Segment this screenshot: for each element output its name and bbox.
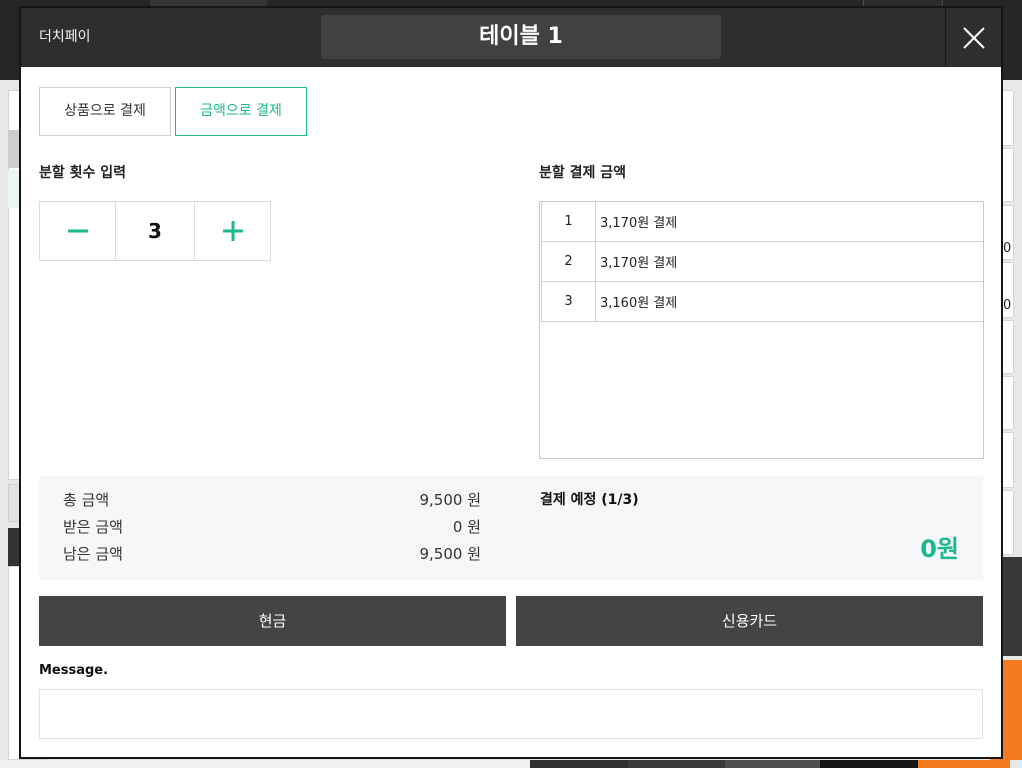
plus-icon	[222, 221, 243, 241]
table-title: 테이블 1	[321, 15, 721, 59]
background-top-tab	[150, 0, 267, 8]
background-top-box	[863, 0, 943, 8]
background-right-value: 0	[1003, 241, 1012, 256]
payment-summary: 총 금액 9,500 원 받은 금액 0 원 남은 금액 9,500 원 결제 …	[39, 476, 983, 580]
summary-received-label: 받은 금액	[63, 518, 123, 536]
split-row[interactable]: 2 3,170원 결제	[541, 242, 983, 282]
credit-card-button[interactable]: 신용카드	[516, 596, 983, 646]
summary-remaining-value: 9,500 원	[419, 545, 481, 563]
split-row-number: 2	[542, 242, 596, 281]
summary-amounts: 총 금액 9,500 원 받은 금액 0 원 남은 금액 9,500 원	[63, 492, 481, 573]
tab-pay-by-amount[interactable]: 금액으로 결제	[175, 87, 307, 136]
tab-pay-by-item[interactable]: 상품으로 결제	[39, 87, 171, 136]
summary-received-value: 0 원	[452, 518, 481, 536]
summary-remaining-row: 남은 금액 9,500 원	[63, 546, 481, 573]
close-button[interactable]	[946, 8, 1001, 67]
background-bottom-button	[628, 760, 725, 768]
background-bottom-strip	[0, 760, 530, 768]
split-row-amount: 3,170원 결제	[600, 216, 678, 231]
summary-received-row: 받은 금액 0 원	[63, 519, 481, 546]
increment-button[interactable]	[195, 202, 270, 260]
modal-brand: 더치페이	[39, 29, 91, 45]
close-icon	[962, 26, 985, 49]
split-count-stepper: 3	[39, 201, 271, 261]
message-input[interactable]	[39, 689, 983, 739]
split-count-value: 3	[115, 202, 195, 260]
modal-header: 더치페이 테이블 1	[21, 8, 1001, 67]
dutch-pay-modal: 더치페이 테이블 1 상품으로 결제 금액으로 결제 분할 횟수 입력 3 분할…	[21, 8, 1001, 757]
message-label: Message.	[39, 663, 109, 678]
background-bottom-button	[530, 760, 628, 768]
summary-remaining-label: 남은 금액	[63, 545, 123, 563]
split-amount-heading: 분할 결제 금액	[539, 165, 627, 181]
background-bottom-button	[820, 760, 918, 768]
summary-total-label: 총 금액	[63, 491, 110, 509]
scheduled-payment-label: 결제 예정 (1/3)	[540, 492, 639, 508]
split-row-number: 3	[542, 282, 596, 321]
split-amount-table: 1 3,170원 결제 2 3,170원 결제 3 3,160원 결제	[539, 201, 984, 459]
summary-total-row: 총 금액 9,500 원	[63, 492, 481, 519]
cash-button[interactable]: 현금	[39, 596, 506, 646]
scheduled-payment-amount: 0원	[920, 535, 959, 563]
split-count-heading: 분할 횟수 입력	[39, 165, 127, 181]
summary-total-value: 9,500 원	[419, 491, 481, 509]
split-row-amount: 3,170원 결제	[600, 256, 678, 271]
split-row[interactable]: 3 3,160원 결제	[541, 282, 983, 322]
split-row[interactable]: 1 3,170원 결제	[541, 202, 983, 242]
background-bottom-orange-button	[918, 760, 1010, 768]
split-row-number: 1	[542, 202, 596, 241]
background-right-value: 0	[1003, 298, 1012, 313]
split-row-amount: 3,160원 결제	[600, 296, 678, 311]
background-bottom-button	[725, 760, 820, 768]
decrement-button[interactable]	[40, 202, 115, 260]
minus-icon	[67, 229, 88, 233]
